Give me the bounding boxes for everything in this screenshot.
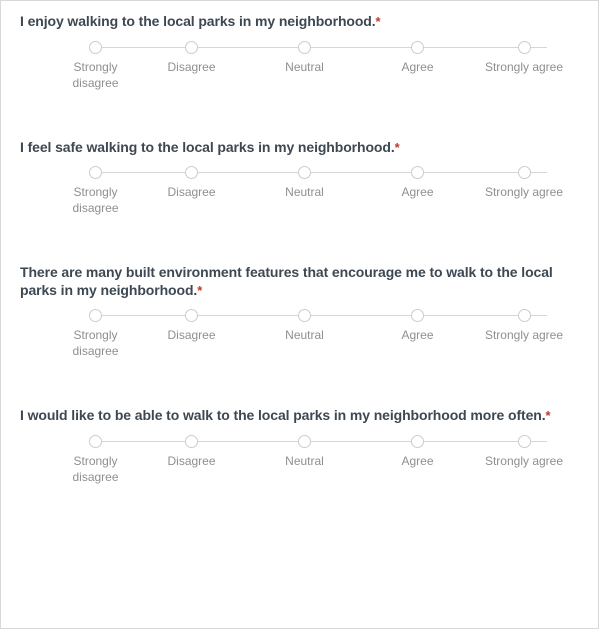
question-label-q1: I enjoy walking to the local parks in my… bbox=[20, 13, 376, 29]
question-text-q1: I enjoy walking to the local parks in my… bbox=[20, 13, 568, 31]
rating-scale-q4: Strongly disagree Disagree Neutral Agree bbox=[56, 434, 563, 487]
radio-circle-icon[interactable] bbox=[185, 166, 198, 179]
rating-option-q4-agree[interactable]: Agree bbox=[361, 434, 474, 485]
rating-label-disagree: Disagree bbox=[167, 328, 216, 342]
rating-label-agree: Agree bbox=[401, 59, 434, 74]
survey-form: I enjoy walking to the local parks in my… bbox=[1, 1, 598, 487]
rating-option-q4-disagree[interactable]: Disagree bbox=[135, 434, 248, 485]
radio-circle-icon[interactable] bbox=[411, 40, 424, 54]
rating-option-q1-agree[interactable]: Agree bbox=[361, 40, 474, 91]
question-block-q1: I enjoy walking to the local parks in my… bbox=[20, 13, 580, 93]
required-asterisk-q1: * bbox=[375, 14, 381, 29]
question-block-q2: I feel safe walking to the local parks i… bbox=[20, 139, 580, 219]
rating-options-q4: Strongly disagree Disagree Neutral Agree bbox=[56, 434, 563, 485]
rating-option-q1-disagree[interactable]: Disagree bbox=[135, 40, 248, 91]
question-label-q3: There are many built environment feature… bbox=[20, 264, 553, 298]
rating-label-neutral: Neutral bbox=[285, 59, 324, 74]
required-asterisk-q4: * bbox=[545, 408, 551, 423]
question-label-q2: I feel safe walking to the local parks i… bbox=[20, 138, 395, 155]
rating-option-q4-strongly-agree[interactable]: Strongly agree bbox=[474, 434, 574, 485]
rating-label-disagree: Disagree bbox=[167, 185, 216, 199]
radio-circle-icon[interactable] bbox=[298, 40, 311, 54]
rating-label-strongly-disagree: Strongly disagree bbox=[72, 328, 119, 358]
radio-circle-icon[interactable] bbox=[89, 309, 102, 322]
rating-option-q2-strongly-disagree[interactable]: Strongly disagree bbox=[56, 166, 135, 216]
question-text-q2: I feel safe walking to the local parks i… bbox=[20, 139, 568, 157]
rating-label-disagree: Disagree bbox=[167, 59, 216, 74]
rating-option-q3-strongly-disagree[interactable]: Strongly disagree bbox=[56, 309, 135, 359]
rating-label-strongly-disagree: Strongly disagree bbox=[72, 453, 119, 484]
question-text-q3: There are many built environment feature… bbox=[20, 264, 568, 299]
rating-option-q1-strongly-disagree[interactable]: Strongly disagree bbox=[56, 40, 135, 91]
radio-circle-icon[interactable] bbox=[89, 40, 102, 54]
radio-circle-icon[interactable] bbox=[89, 434, 102, 448]
rating-label-neutral: Neutral bbox=[285, 185, 324, 199]
rating-option-q3-strongly-agree[interactable]: Strongly agree bbox=[474, 309, 574, 359]
radio-circle-icon[interactable] bbox=[411, 434, 424, 448]
question-text-q4: I would like to be able to walk to the l… bbox=[20, 407, 568, 425]
radio-circle-icon[interactable] bbox=[411, 309, 424, 322]
radio-circle-icon[interactable] bbox=[517, 309, 531, 322]
rating-label-agree: Agree bbox=[401, 328, 434, 342]
rating-option-q2-agree[interactable]: Agree bbox=[361, 166, 474, 216]
required-asterisk-q2: * bbox=[394, 139, 400, 155]
radio-circle-icon[interactable] bbox=[185, 40, 198, 54]
rating-label-neutral: Neutral bbox=[285, 328, 324, 342]
radio-circle-icon[interactable] bbox=[517, 166, 531, 179]
rating-label-strongly-agree: Strongly agree bbox=[484, 328, 564, 342]
rating-options-q3: Strongly disagree Disagree Neutral Agree bbox=[56, 309, 563, 359]
radio-circle-icon[interactable] bbox=[89, 166, 102, 179]
rating-scale-q1: Strongly disagree Disagree Neutral Agree bbox=[56, 40, 563, 93]
question-block-q3: There are many built environment feature… bbox=[20, 264, 580, 361]
rating-option-q1-neutral[interactable]: Neutral bbox=[248, 40, 361, 91]
rating-options-q1: Strongly disagree Disagree Neutral Agree bbox=[56, 40, 563, 91]
radio-circle-icon[interactable] bbox=[298, 166, 311, 179]
rating-label-strongly-disagree: Strongly disagree bbox=[72, 185, 119, 215]
rating-option-q3-disagree[interactable]: Disagree bbox=[135, 309, 248, 359]
rating-option-q2-strongly-agree[interactable]: Strongly agree bbox=[474, 166, 574, 216]
rating-scale-q3: Strongly disagree Disagree Neutral Agree bbox=[56, 309, 563, 361]
survey-page: I enjoy walking to the local parks in my… bbox=[0, 0, 599, 629]
rating-option-q3-neutral[interactable]: Neutral bbox=[248, 309, 361, 359]
rating-label-neutral: Neutral bbox=[285, 453, 324, 468]
rating-option-q3-agree[interactable]: Agree bbox=[361, 309, 474, 359]
radio-circle-icon[interactable] bbox=[298, 309, 311, 322]
rating-label-strongly-agree: Strongly agree bbox=[484, 453, 564, 468]
rating-label-strongly-disagree: Strongly disagree bbox=[72, 59, 119, 90]
radio-circle-icon[interactable] bbox=[185, 434, 198, 448]
radio-circle-icon[interactable] bbox=[185, 309, 198, 322]
question-block-q4: I would like to be able to walk to the l… bbox=[20, 407, 580, 487]
rating-label-agree: Agree bbox=[401, 185, 434, 199]
required-asterisk-q3: * bbox=[197, 282, 203, 298]
rating-option-q2-neutral[interactable]: Neutral bbox=[248, 166, 361, 216]
rating-option-q2-disagree[interactable]: Disagree bbox=[135, 166, 248, 216]
radio-circle-icon[interactable] bbox=[517, 434, 531, 448]
radio-circle-icon[interactable] bbox=[298, 434, 311, 448]
rating-scale-q2: Strongly disagree Disagree Neutral Agree bbox=[56, 166, 563, 218]
rating-label-strongly-agree: Strongly agree bbox=[484, 59, 564, 74]
rating-option-q4-strongly-disagree[interactable]: Strongly disagree bbox=[56, 434, 135, 485]
rating-label-strongly-agree: Strongly agree bbox=[484, 185, 564, 199]
rating-option-q4-neutral[interactable]: Neutral bbox=[248, 434, 361, 485]
radio-circle-icon[interactable] bbox=[411, 166, 424, 179]
question-label-q4: I would like to be able to walk to the l… bbox=[20, 407, 546, 423]
rating-options-q2: Strongly disagree Disagree Neutral Agree bbox=[56, 166, 563, 216]
rating-option-q1-strongly-agree[interactable]: Strongly agree bbox=[474, 40, 574, 91]
radio-circle-icon[interactable] bbox=[517, 40, 531, 54]
rating-label-agree: Agree bbox=[401, 453, 434, 468]
rating-label-disagree: Disagree bbox=[167, 453, 216, 468]
